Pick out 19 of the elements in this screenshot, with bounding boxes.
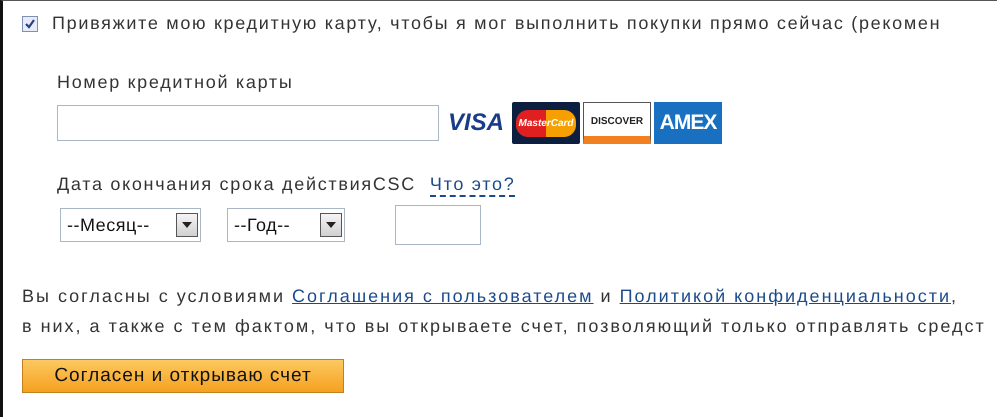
text-link[interactable]: Политикой конфиденциальности	[620, 286, 952, 306]
submit-button[interactable]: Согласен и открываю счет	[22, 359, 344, 393]
card-logo: VISA	[446, 108, 505, 138]
field-label: Дата окончания срока действия	[57, 174, 373, 195]
checkbox[interactable]	[22, 16, 38, 32]
csc-field[interactable]	[395, 205, 481, 245]
card-number-field[interactable]	[57, 105, 439, 141]
dropdown[interactable]: --Месяц--	[60, 208, 201, 242]
legal-text: в них, а также с тем фактом, что вы открываете счет, позволяющий только отправлять средст	[22, 315, 987, 338]
text-link[interactable]: Соглашения с пользователем	[292, 286, 594, 306]
dropdown[interactable]: --Год--	[227, 208, 345, 242]
checkbox-label: Привяжите мою кредитную карту, чтобы я мог выполнить покупки прямо сейчас (рекомен	[52, 13, 942, 34]
legal-text: Вы согласны с условиями Соглашения с пользователем и Политикой конфиденциальности,	[22, 285, 960, 308]
card-logo: MasterCard	[512, 102, 580, 144]
help-link[interactable]: Что это?	[430, 174, 516, 197]
field-label: Номер кредитной карты	[57, 72, 294, 93]
card-logo: DISCOVER	[583, 102, 651, 144]
field-label: CSC	[372, 174, 416, 195]
card-logo: AMEX	[654, 102, 722, 144]
